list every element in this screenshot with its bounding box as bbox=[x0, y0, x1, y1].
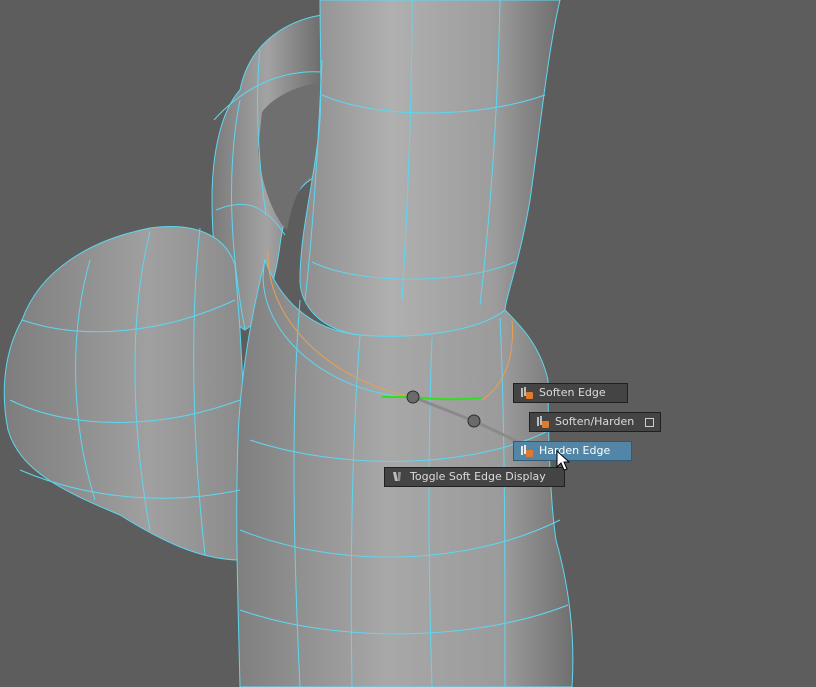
mouse-cursor-icon bbox=[556, 450, 570, 471]
soften-harden-icon bbox=[537, 416, 549, 428]
menu-item-label: Soften Edge bbox=[539, 386, 606, 399]
harden-edge-icon bbox=[521, 445, 533, 457]
menu-item-soften-harden[interactable]: Soften/Harden bbox=[529, 412, 661, 432]
menu-item-harden-edge[interactable]: Harden Edge bbox=[513, 441, 632, 461]
menu-item-label: Soften/Harden bbox=[555, 415, 635, 428]
teapot-mesh[interactable] bbox=[3, 0, 574, 687]
toggle-soft-edge-icon bbox=[393, 472, 401, 481]
menu-item-toggle-soft-edge-display[interactable]: Toggle Soft Edge Display bbox=[384, 467, 565, 487]
neck-surface bbox=[299, 0, 561, 337]
menu-item-soften-edge[interactable]: Soften Edge bbox=[513, 383, 628, 403]
option-box-icon[interactable] bbox=[645, 417, 654, 427]
gesture-midpoint-handle bbox=[467, 414, 481, 428]
gesture-origin-handle bbox=[406, 390, 420, 404]
soften-edge-icon bbox=[521, 387, 533, 399]
menu-item-label: Harden Edge bbox=[539, 444, 611, 457]
3d-viewport[interactable] bbox=[0, 0, 816, 687]
menu-item-label: Toggle Soft Edge Display bbox=[410, 470, 546, 483]
spout-surface bbox=[3, 226, 247, 561]
